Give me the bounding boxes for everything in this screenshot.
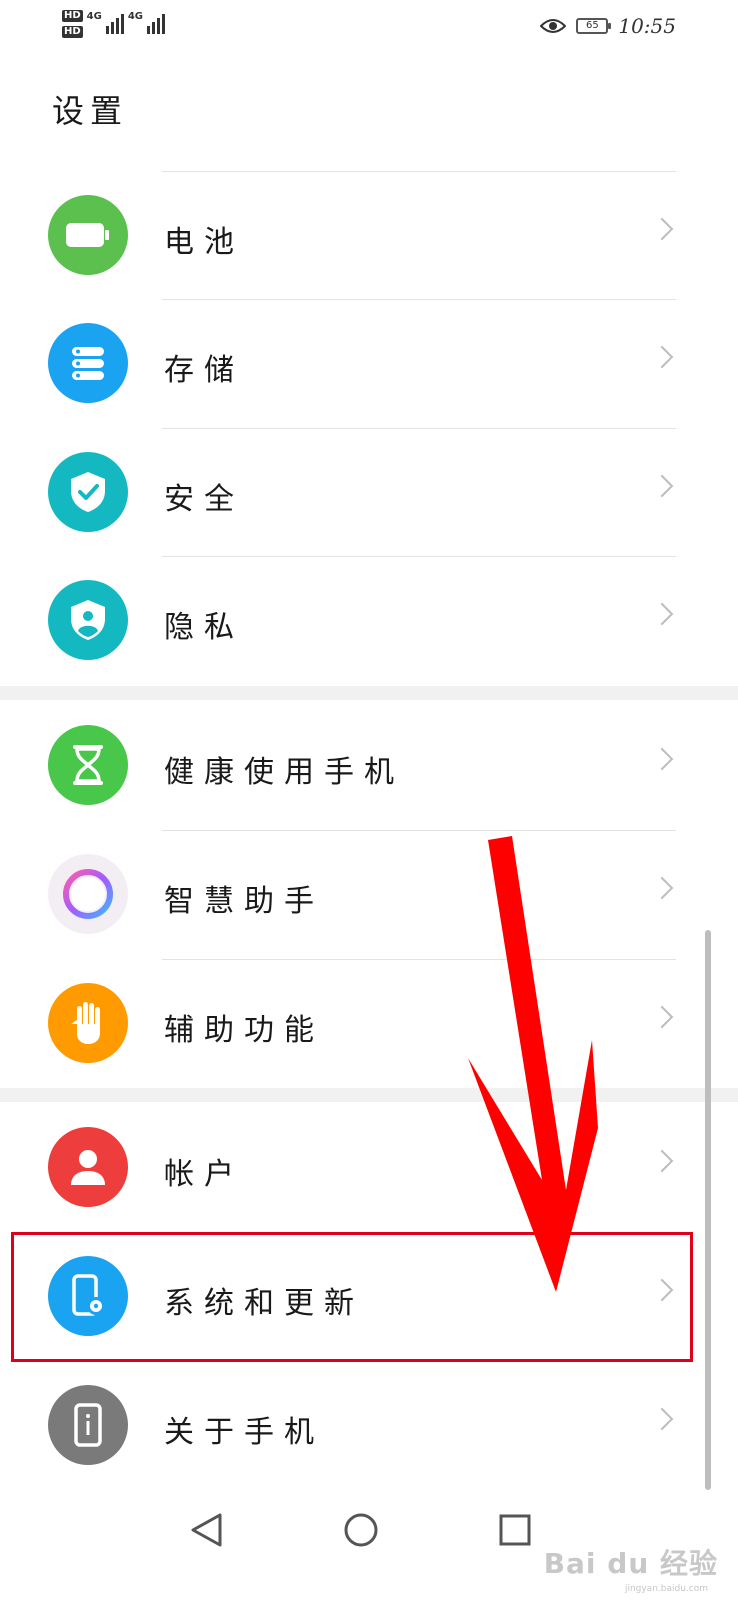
storage-icon [48, 323, 128, 403]
chevron-right-icon [650, 1407, 674, 1431]
page-title: 设置 [52, 92, 129, 130]
settings-item-security[interactable]: 安全 [0, 428, 700, 556]
settings-item-storage[interactable]: 存储 [0, 299, 700, 427]
settings-item-label: 存储 [164, 353, 244, 388]
settings-item-accessibility[interactable]: 辅助功能 [0, 959, 700, 1087]
phone-info-icon [48, 1385, 128, 1465]
status-time: 10:55 [618, 14, 676, 38]
group-separator [0, 1088, 738, 1102]
status-bar: HD HD 4G 4G 65 10:55 [0, 0, 738, 56]
recents-icon[interactable] [498, 1512, 532, 1548]
settings-item-label: 安全 [164, 482, 244, 517]
chevron-right-icon [650, 345, 674, 369]
signal-bars-2-icon [147, 10, 166, 34]
group-separator [0, 686, 738, 700]
back-icon[interactable] [190, 1512, 224, 1548]
settings-item-privacy[interactable]: 隐私 [0, 556, 700, 684]
watermark: Bai du 经验 [543, 1547, 718, 1580]
privacy-shield-icon [48, 580, 128, 660]
settings-item-about-phone[interactable]: 关于手机 [0, 1361, 700, 1489]
signal-bars-1-icon [105, 10, 124, 34]
settings-item-label: 健康使用手机 [164, 755, 404, 790]
watermark-site: jingyan.baidu.com [624, 1584, 708, 1594]
chevron-right-icon [650, 217, 674, 241]
chevron-right-icon [650, 474, 674, 498]
home-icon[interactable] [343, 1512, 379, 1548]
hourglass-icon [48, 725, 128, 805]
chevron-right-icon [650, 1149, 674, 1173]
settings-item-battery[interactable]: 电池 [0, 171, 700, 299]
account-icon [48, 1127, 128, 1207]
assistant-orb-icon [48, 854, 128, 934]
highlight-box [11, 1232, 693, 1362]
eye-icon [540, 19, 567, 33]
settings-item-label: 电池 [164, 225, 244, 260]
settings-item-label: 关于手机 [164, 1415, 324, 1450]
hd-badge-2: HD [62, 26, 83, 38]
chevron-right-icon [650, 747, 674, 771]
hand-icon [48, 983, 128, 1063]
settings-item-account[interactable]: 帐户 [0, 1103, 700, 1231]
network-type-1: 4G [86, 11, 102, 22]
chevron-right-icon [650, 876, 674, 900]
settings-item-label: 帐户 [164, 1157, 244, 1192]
settings-item-label: 智慧助手 [164, 884, 324, 919]
battery-indicator: 65 [576, 18, 612, 34]
shield-check-icon [48, 452, 128, 532]
scrollbar[interactable] [705, 930, 711, 1490]
hd-badge-1: HD [62, 10, 83, 22]
settings-item-label: 隐私 [164, 610, 244, 645]
chevron-right-icon [650, 602, 674, 626]
settings-item-digital-balance[interactable]: 健康使用手机 [0, 701, 700, 829]
chevron-right-icon [650, 1005, 674, 1029]
settings-item-label: 辅助功能 [164, 1013, 324, 1048]
battery-icon [48, 195, 128, 275]
signal-indicators: HD HD 4G 4G [62, 10, 166, 38]
settings-item-smart-assistant[interactable]: 智慧助手 [0, 830, 700, 958]
network-type-2: 4G [127, 11, 144, 22]
